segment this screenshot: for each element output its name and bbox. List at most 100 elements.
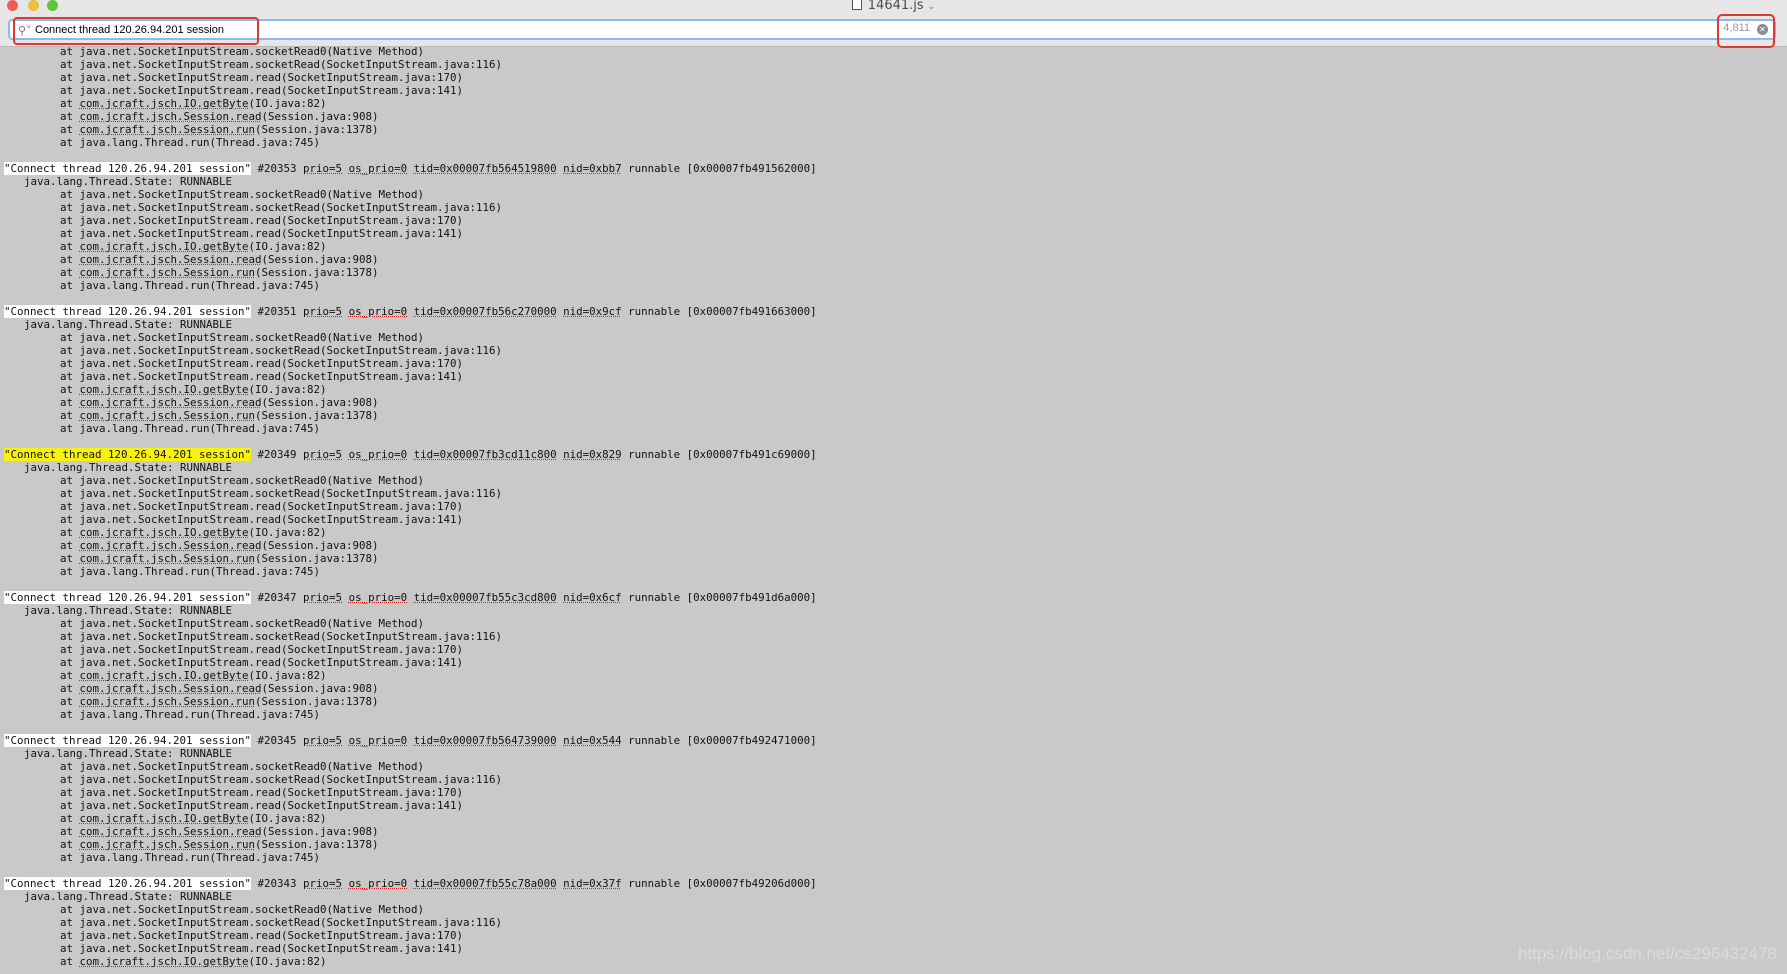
frame-text: java.lang.Thread.run(Thread.java:745) — [79, 565, 321, 578]
stack-frame-line: at com.jcraft.jsch.IO.getByte(IO.java:82… — [4, 526, 1774, 539]
frame-at-keyword: at — [60, 812, 80, 825]
thread-number: #20347 — [251, 591, 304, 604]
frame-text: java.net.SocketInputStream.read(SocketIn… — [79, 799, 464, 812]
thread-tid: tid=0x00007fb55c78a000 — [413, 877, 557, 890]
thread-nid: nid=0x829 — [563, 448, 622, 461]
clear-search-icon[interactable]: ✕ — [1757, 24, 1768, 35]
thread-number: #20351 — [251, 305, 304, 318]
frame-text: java.net.SocketInputStream.read(SocketIn… — [79, 214, 464, 227]
current-search-match: "Connect thread 120.26.94.201 session" — [4, 448, 252, 461]
frame-location: (Session.java:908) — [261, 396, 379, 409]
stack-frame-line: at com.jcraft.jsch.Session.read(Session.… — [4, 253, 1774, 266]
stack-frame-line: at java.net.SocketInputStream.read(Socke… — [4, 643, 1774, 656]
frame-text: java.net.SocketInputStream.socketRead(So… — [79, 773, 503, 786]
frame-location: (Session.java:908) — [261, 682, 379, 695]
search-match: "Connect thread 120.26.94.201 session" — [4, 734, 252, 747]
thread-state-line: java.lang.Thread.State: RUNNABLE — [24, 747, 233, 760]
stack-frame-line: at com.jcraft.jsch.Session.read(Session.… — [4, 825, 1774, 838]
stack-frame-line: at java.net.SocketInputStream.socketRead… — [4, 903, 1774, 916]
frame-at-keyword: at — [60, 760, 80, 773]
thread-prio: prio=5 — [303, 591, 343, 604]
match-count: 4,811 — [1723, 22, 1750, 34]
frame-at-keyword: at — [60, 825, 80, 838]
frame-location: (Session.java:1378) — [255, 266, 379, 279]
stack-frame-line: at java.net.SocketInputStream.socketRead… — [4, 188, 1774, 201]
search-icon[interactable]: ⚲˅ — [18, 24, 32, 37]
thread-state-line: java.lang.Thread.State: RUNNABLE — [24, 604, 233, 617]
stack-frame-line: at java.net.SocketInputStream.read(Socke… — [4, 786, 1774, 799]
thread-prio: prio=5 — [303, 305, 343, 318]
frame-at-keyword: at — [60, 669, 80, 682]
stack-frame-line: at java.net.SocketInputStream.socketRead… — [4, 617, 1774, 630]
frame-at-keyword: at — [60, 955, 80, 968]
stack-frame-line: at java.net.SocketInputStream.socketRead… — [4, 331, 1774, 344]
frame-method: com.jcraft.jsch.Session.read — [79, 682, 262, 695]
stack-frame-line: at com.jcraft.jsch.IO.getByte(IO.java:82… — [4, 669, 1774, 682]
frame-method: com.jcraft.jsch.Session.run — [79, 266, 256, 279]
log-content[interactable]: at java.net.SocketInputStream.socketRead… — [4, 45, 1774, 969]
stack-frame-line: at java.lang.Thread.run(Thread.java:745) — [4, 565, 1774, 578]
thread-os-prio: os_prio=0 — [348, 877, 408, 890]
window-title-text: 14641.js — [867, 0, 924, 13]
frame-text: java.lang.Thread.run(Thread.java:745) — [79, 708, 321, 721]
frame-at-keyword: at — [60, 214, 80, 227]
frame-at-keyword: at — [60, 123, 80, 136]
thread-state-address: runnable [0x00007fb491562000] — [621, 162, 817, 175]
stack-frame-line: at com.jcraft.jsch.IO.getByte(IO.java:82… — [4, 240, 1774, 253]
frame-location: (IO.java:82) — [248, 812, 327, 825]
frame-text: java.net.SocketInputStream.socketRead(So… — [79, 344, 503, 357]
search-input[interactable] — [35, 21, 1695, 38]
stack-frame-line: at java.net.SocketInputStream.read(Socke… — [4, 357, 1774, 370]
stack-frame-line: at com.jcraft.jsch.Session.read(Session.… — [4, 539, 1774, 552]
thread-os-prio: os_prio=0 — [348, 162, 408, 175]
frame-at-keyword: at — [60, 942, 80, 955]
stack-frame-line: at java.net.SocketInputStream.socketRead… — [4, 474, 1774, 487]
frame-at-keyword: at — [60, 136, 80, 149]
stack-frame-line: at java.lang.Thread.run(Thread.java:745) — [4, 279, 1774, 292]
frame-method: com.jcraft.jsch.IO.getByte — [79, 240, 249, 253]
frame-text: java.net.SocketInputStream.socketRead(So… — [79, 58, 503, 71]
frame-method: com.jcraft.jsch.IO.getByte — [79, 669, 249, 682]
frame-method: com.jcraft.jsch.Session.run — [79, 552, 256, 565]
stack-frame-line: at com.jcraft.jsch.Session.run(Session.j… — [4, 409, 1774, 422]
frame-text: java.net.SocketInputStream.socketRead(So… — [79, 487, 503, 500]
frame-text: java.net.SocketInputStream.read(SocketIn… — [79, 513, 464, 526]
frame-method: com.jcraft.jsch.Session.read — [79, 539, 262, 552]
frame-text: java.net.SocketInputStream.read(SocketIn… — [79, 357, 464, 370]
frame-method: com.jcraft.jsch.IO.getByte — [79, 383, 249, 396]
search-match: "Connect thread 120.26.94.201 session" — [4, 162, 252, 175]
stack-frame-line: at java.net.SocketInputStream.read(Socke… — [4, 500, 1774, 513]
frame-text: java.lang.Thread.run(Thread.java:745) — [79, 279, 321, 292]
thread-state-line: java.lang.Thread.State: RUNNABLE — [24, 318, 233, 331]
frame-at-keyword: at — [60, 630, 80, 643]
stack-frame-line: at java.lang.Thread.run(Thread.java:745) — [4, 422, 1774, 435]
search-field[interactable]: ⚲˅ 4,811 ✕ — [8, 19, 1776, 40]
thread-nid: nid=0x37f — [563, 877, 622, 890]
thread-header-line: "Connect thread 120.26.94.201 session" #… — [4, 448, 1774, 461]
stack-frame-line: at com.jcraft.jsch.Session.run(Session.j… — [4, 838, 1774, 851]
frame-at-keyword: at — [60, 617, 80, 630]
stack-frame-line: at java.net.SocketInputStream.read(Socke… — [4, 370, 1774, 383]
document-icon — [851, 0, 862, 10]
frame-text: java.net.SocketInputStream.read(SocketIn… — [79, 786, 464, 799]
frame-location: (Session.java:1378) — [255, 409, 379, 422]
stack-frame-line: at com.jcraft.jsch.Session.run(Session.j… — [4, 123, 1774, 136]
frame-location: (IO.java:82) — [248, 526, 327, 539]
frame-at-keyword: at — [60, 227, 80, 240]
thread-tid: tid=0x00007fb3cd11c800 — [413, 448, 557, 461]
frame-location: (Session.java:1378) — [255, 838, 379, 851]
window-title[interactable]: 14641.js ⌄ — [0, 0, 1787, 13]
frame-at-keyword: at — [60, 45, 80, 58]
frame-at-keyword: at — [60, 344, 80, 357]
frame-text: java.net.SocketInputStream.read(SocketIn… — [79, 942, 464, 955]
frame-method: com.jcraft.jsch.IO.getByte — [79, 812, 249, 825]
frame-at-keyword: at — [60, 552, 80, 565]
frame-text: java.net.SocketInputStream.socketRead(So… — [79, 630, 503, 643]
stack-frame-line: at com.jcraft.jsch.Session.run(Session.j… — [4, 266, 1774, 279]
stack-frame-line: at com.jcraft.jsch.Session.read(Session.… — [4, 110, 1774, 123]
thread-prio: prio=5 — [303, 877, 343, 890]
